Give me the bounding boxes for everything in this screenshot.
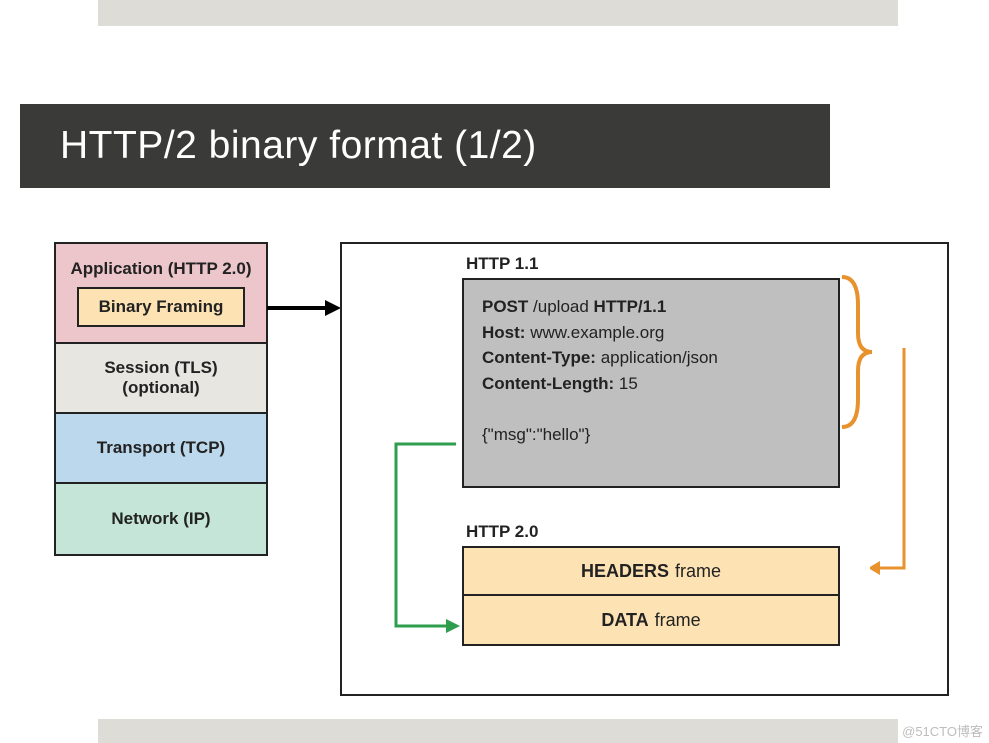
headers-frame-rest: frame	[675, 561, 721, 582]
headers-frame-bold: HEADERS	[581, 561, 669, 582]
http11-request-box: POST /upload HTTP/1.1 Host: www.example.…	[462, 278, 840, 488]
http11-label: HTTP 1.1	[466, 254, 538, 274]
host-value: www.example.org	[530, 323, 664, 342]
watermark: @51CTO博客	[902, 721, 983, 740]
http2-frames-box: HEADERS frame DATA frame	[462, 546, 840, 646]
binary-framing-label: Binary Framing	[99, 297, 224, 317]
data-frame-row: DATA frame	[464, 596, 838, 644]
request-line: POST /upload HTTP/1.1	[482, 294, 820, 320]
network-layer-label: Network (IP)	[111, 509, 210, 529]
protocol-stack: Application (HTTP 2.0) Binary Framing Se…	[54, 242, 268, 556]
clen-label: Content-Length:	[482, 374, 614, 393]
slide-title-text: HTTP/2 binary format (1/2)	[60, 124, 537, 168]
application-layer-label: Application (HTTP 2.0)	[70, 259, 251, 279]
ctype-line: Content-Type: application/json	[482, 345, 820, 371]
top-decor-bar	[98, 0, 898, 26]
ctype-label: Content-Type:	[482, 348, 596, 367]
session-layer: Session (TLS) (optional)	[56, 344, 266, 414]
slide-title: HTTP/2 binary format (1/2)	[20, 104, 830, 188]
headers-frame-row: HEADERS frame	[464, 548, 838, 596]
http20-label: HTTP 2.0	[466, 522, 538, 542]
network-layer: Network (IP)	[56, 484, 266, 554]
request-method: POST	[482, 297, 528, 316]
arrow-stack-to-right	[267, 300, 341, 316]
host-label: Host:	[482, 323, 525, 342]
clen-line: Content-Length: 15	[482, 371, 820, 397]
host-line: Host: www.example.org	[482, 320, 820, 346]
session-layer-label: Session (TLS) (optional)	[64, 358, 258, 398]
ctype-value: application/json	[601, 348, 718, 367]
clen-value: 15	[619, 374, 638, 393]
application-layer: Application (HTTP 2.0) Binary Framing	[56, 244, 266, 344]
data-frame-bold: DATA	[601, 610, 648, 631]
bottom-decor-bar	[98, 719, 898, 743]
transport-layer: Transport (TCP)	[56, 414, 266, 484]
binary-framing-layer: Binary Framing	[77, 287, 245, 327]
data-frame-rest: frame	[655, 610, 701, 631]
body-line: {"msg":"hello"}	[482, 422, 820, 448]
request-path: /upload	[533, 297, 589, 316]
request-version: HTTP/1.1	[594, 297, 667, 316]
right-container: HTTP 1.1 POST /upload HTTP/1.1 Host: www…	[340, 242, 949, 696]
transport-layer-label: Transport (TCP)	[97, 438, 225, 458]
